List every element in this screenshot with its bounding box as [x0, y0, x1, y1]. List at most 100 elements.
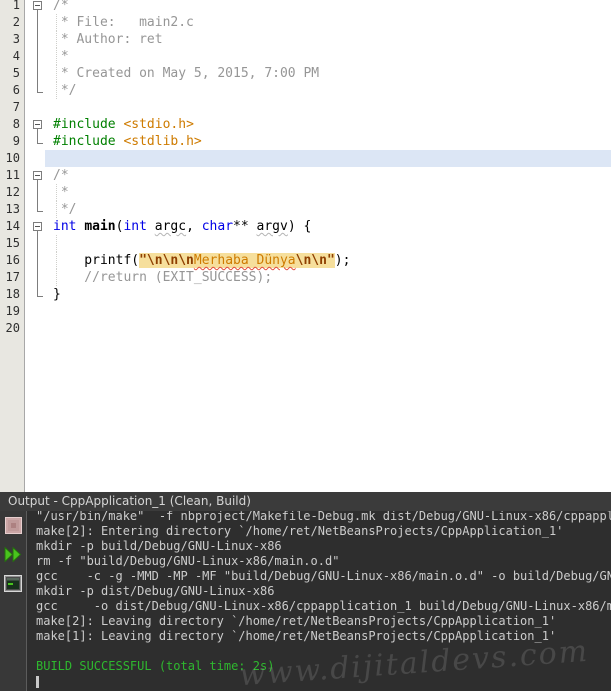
fold-connector	[37, 184, 38, 201]
code-segment-comment: */	[53, 202, 77, 217]
code-segment-keyword: int	[53, 219, 77, 234]
code-text: *	[53, 184, 69, 201]
line-number: 10	[5, 151, 20, 165]
fold-toggle-icon[interactable]	[33, 120, 42, 129]
code-line: 19	[0, 303, 611, 320]
fold-connector	[37, 286, 38, 296]
code-text: /*	[53, 0, 69, 14]
line-number: 19	[5, 304, 20, 318]
console-line: mkdir -p dist/Debug/GNU-Linux-x86	[36, 584, 275, 598]
rerun-button[interactable]	[4, 545, 23, 565]
code-line: 2 * File: main2.c	[0, 14, 611, 31]
fold-connector	[37, 65, 38, 82]
code-text: printf("\n\n\nMerhaba Dünya\n\n");	[53, 252, 350, 269]
code-segment-bold: main	[84, 219, 116, 234]
line-number: 11	[5, 168, 20, 182]
fold-connector	[37, 82, 38, 92]
code-line: 3 * Author: ret	[0, 31, 611, 48]
line-number: 13	[5, 202, 20, 216]
code-segment-comment: * Created on May 5, 2015, 7:00 PM	[53, 66, 320, 81]
code-text: */	[53, 201, 77, 218]
code-segment-plain	[147, 219, 155, 234]
line-number: 20	[5, 321, 20, 335]
code-text: * File: main2.c	[53, 14, 194, 31]
console-line: mkdir -p build/Debug/GNU-Linux-x86	[36, 539, 282, 553]
code-segment-str-esc: \n\n"	[295, 253, 335, 268]
code-text: #include <stdio.h>	[53, 116, 194, 133]
build-console[interactable]: "/usr/bin/make" -f nbproject/Makefile-De…	[28, 511, 611, 691]
console-line: make[2]: Entering directory `/home/ret/N…	[36, 524, 564, 538]
line-number: 3	[12, 32, 20, 46]
line-number: 8	[12, 117, 20, 131]
output-body: "/usr/bin/make" -f nbproject/Makefile-De…	[0, 511, 611, 691]
code-text: /*	[53, 167, 69, 184]
code-segment-comment: /*	[53, 168, 69, 183]
code-segment-keyword: char	[201, 219, 234, 234]
code-segment-plain: );	[334, 253, 351, 268]
fold-toggle-icon[interactable]	[33, 1, 42, 10]
code-segment-plain: ) {	[287, 219, 312, 234]
console-line: make[2]: Leaving directory `/home/ret/Ne…	[36, 614, 557, 628]
code-segment-keyword: int	[123, 219, 147, 234]
code-segment-str-esc: "\n\n\n	[139, 253, 194, 268]
code-segment-comment: *	[53, 49, 69, 64]
code-segment-comment: * File: main2.c	[53, 15, 194, 30]
code-line: 17 //return (EXIT_SUCCESS);	[0, 269, 611, 286]
code-line: 7	[0, 99, 611, 116]
code-line: 15	[0, 235, 611, 252]
code-line: 12 *	[0, 184, 611, 201]
output-panel-header[interactable]: Output - CppApplication_1 (Clean, Build)	[0, 492, 611, 511]
line-number: 5	[12, 66, 20, 80]
code-text: //return (EXIT_SUCCESS);	[53, 269, 272, 286]
code-text: * Author: ret	[53, 31, 163, 48]
fold-connector	[37, 235, 38, 252]
fold-connector	[37, 14, 38, 31]
code-segment-comment: */	[53, 83, 77, 98]
stop-button[interactable]	[4, 516, 23, 535]
code-segment-comment: * Author: ret	[53, 32, 163, 47]
code-segment-comment: *	[53, 185, 69, 200]
console-line: gcc -o dist/Debug/GNU-Linux-x86/cppappli…	[36, 599, 611, 613]
line-number: 9	[12, 134, 20, 148]
code-line: 18}	[0, 286, 611, 303]
code-segment-plain: printf(	[53, 253, 140, 268]
fold-connector-foot	[37, 211, 43, 212]
console-line: gcc -c -g -MMD -MP -MF "build/Debug/GNU-…	[36, 569, 611, 583]
netbeans-window: 1/* 2 * File: main2.c 3 * Author: ret 4 * 5 …	[0, 0, 611, 691]
code-segment-str-word: Merhaba Dünya	[193, 253, 296, 268]
fold-guide-line	[56, 235, 57, 252]
fold-toggle-icon[interactable]	[33, 222, 42, 231]
fold-connector-foot	[37, 296, 43, 297]
fold-connector	[37, 252, 38, 269]
code-text: */	[53, 82, 77, 99]
terminal-button[interactable]	[4, 574, 23, 593]
caret-line-highlight	[45, 150, 611, 167]
line-number: 16	[5, 253, 20, 267]
code-text: * Created on May 5, 2015, 7:00 PM	[53, 65, 319, 82]
code-segment-wavy: argc	[154, 219, 187, 234]
build-status-line: BUILD SUCCESSFUL (total time: 2s)	[36, 659, 275, 673]
code-line: 14 int main(int argc, char** argv) {	[0, 218, 611, 235]
line-number: 4	[12, 49, 20, 63]
code-text: *	[53, 48, 69, 65]
console-caret	[36, 676, 39, 688]
code-line: 5 * Created on May 5, 2015, 7:00 PM	[0, 65, 611, 82]
fold-connector	[37, 48, 38, 65]
output-toolbar	[0, 511, 27, 691]
fold-connector	[37, 201, 38, 211]
code-line: 11 /*	[0, 167, 611, 184]
rerun-icon	[4, 545, 22, 565]
code-segment-plain: **	[233, 219, 257, 234]
code-line: 4 *	[0, 48, 611, 65]
line-number: 15	[5, 236, 20, 250]
code-segment-comment: /*	[53, 0, 69, 13]
code-line: 13 */	[0, 201, 611, 218]
fold-toggle-icon[interactable]	[33, 171, 42, 180]
console-line: make[1]: Leaving directory `/home/ret/Ne…	[36, 629, 557, 643]
code-segment-comment: //return (EXIT_SUCCESS);	[53, 270, 273, 285]
code-line: 8 #include <stdio.h>	[0, 116, 611, 133]
line-number: 12	[5, 185, 20, 199]
fold-connector	[37, 269, 38, 286]
console-line: "/usr/bin/make" -f nbproject/Makefile-De…	[36, 511, 611, 523]
code-editor[interactable]: 1/* 2 * File: main2.c 3 * Author: ret 4 * 5 …	[0, 0, 611, 492]
